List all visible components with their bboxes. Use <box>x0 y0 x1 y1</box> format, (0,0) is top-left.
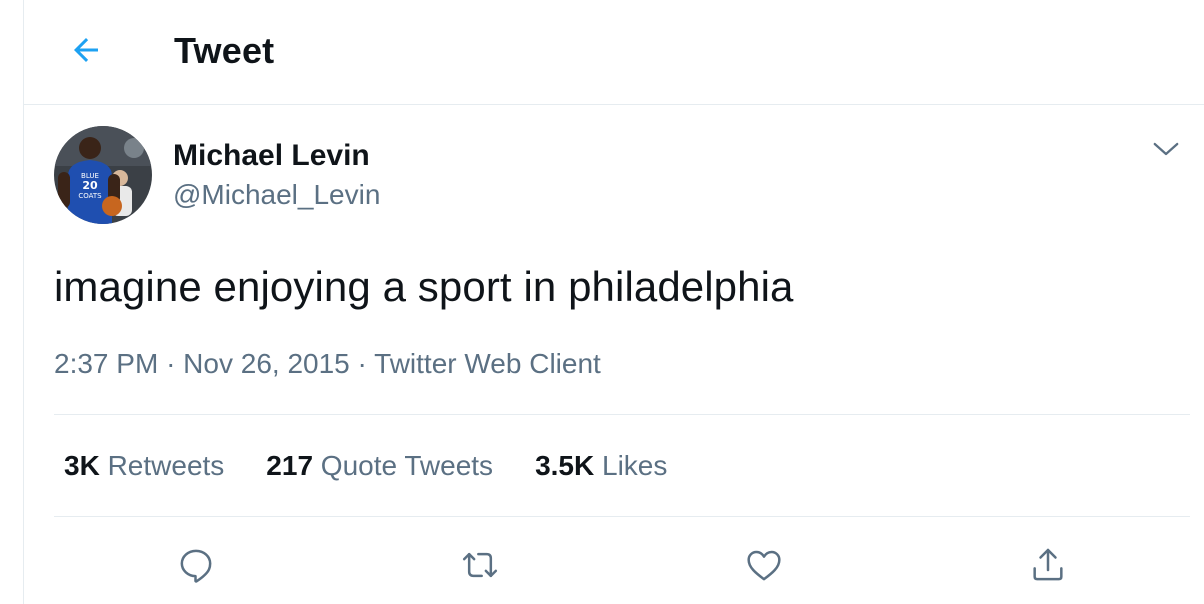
tweet-actions <box>24 535 1204 595</box>
like-icon <box>747 550 781 581</box>
jersey-word-coats: COATS <box>78 192 102 200</box>
reply-icon <box>180 549 212 583</box>
tweet-time[interactable]: 2:37 PM <box>54 348 158 379</box>
reply-button[interactable] <box>166 535 226 595</box>
stat-count: 3.5K <box>535 450 595 481</box>
share-button[interactable] <box>1018 535 1078 595</box>
back-button[interactable] <box>64 28 108 72</box>
basketball-player-avatar: BLUE 20 COATS <box>54 126 152 224</box>
more-options-button[interactable] <box>1144 127 1188 171</box>
tweet-text: imagine enjoying a sport in philadelphia <box>54 263 794 310</box>
like-button[interactable] <box>734 535 794 595</box>
stat-label: Quote Tweets <box>320 450 494 481</box>
chevron-down-icon <box>1153 142 1179 156</box>
divider <box>54 414 1190 415</box>
stat-likes[interactable]: 3.5K Likes <box>535 450 667 482</box>
tweet-header: Tweet <box>24 0 1204 105</box>
author-handle[interactable]: @Michael_Levin <box>173 179 380 211</box>
author-display-name[interactable]: Michael Levin <box>173 139 370 173</box>
tweet-stats: 3K Retweets 217 Quote Tweets 3.5K Likes <box>64 450 709 482</box>
arrow-left-icon <box>74 38 98 62</box>
page-title: Tweet <box>174 30 275 71</box>
retweet-icon <box>462 552 498 578</box>
retweet-button[interactable] <box>450 535 510 595</box>
stat-retweets[interactable]: 3K Retweets <box>64 450 224 482</box>
jersey-number: 20 <box>82 179 98 192</box>
tweet-date[interactable]: Nov 26, 2015 <box>183 348 350 379</box>
tweet-meta: 2:37 PM · Nov 26, 2015 · Twitter Web Cli… <box>54 348 601 380</box>
meta-separator: · <box>357 348 375 379</box>
stat-label: Retweets <box>107 450 225 481</box>
share-icon <box>1033 548 1063 581</box>
stat-count: 217 <box>266 450 314 481</box>
stat-count: 3K <box>64 450 100 481</box>
stat-quote-tweets[interactable]: 217 Quote Tweets <box>266 450 493 482</box>
avatar[interactable]: BLUE 20 COATS <box>54 126 152 224</box>
divider <box>54 516 1190 517</box>
meta-separator: · <box>166 348 184 379</box>
tweet-detail: BLUE 20 COATS Michael Levin @Michael_Lev… <box>24 105 1204 604</box>
tweet-source[interactable]: Twitter Web Client <box>374 348 601 379</box>
stat-label: Likes <box>602 450 668 481</box>
